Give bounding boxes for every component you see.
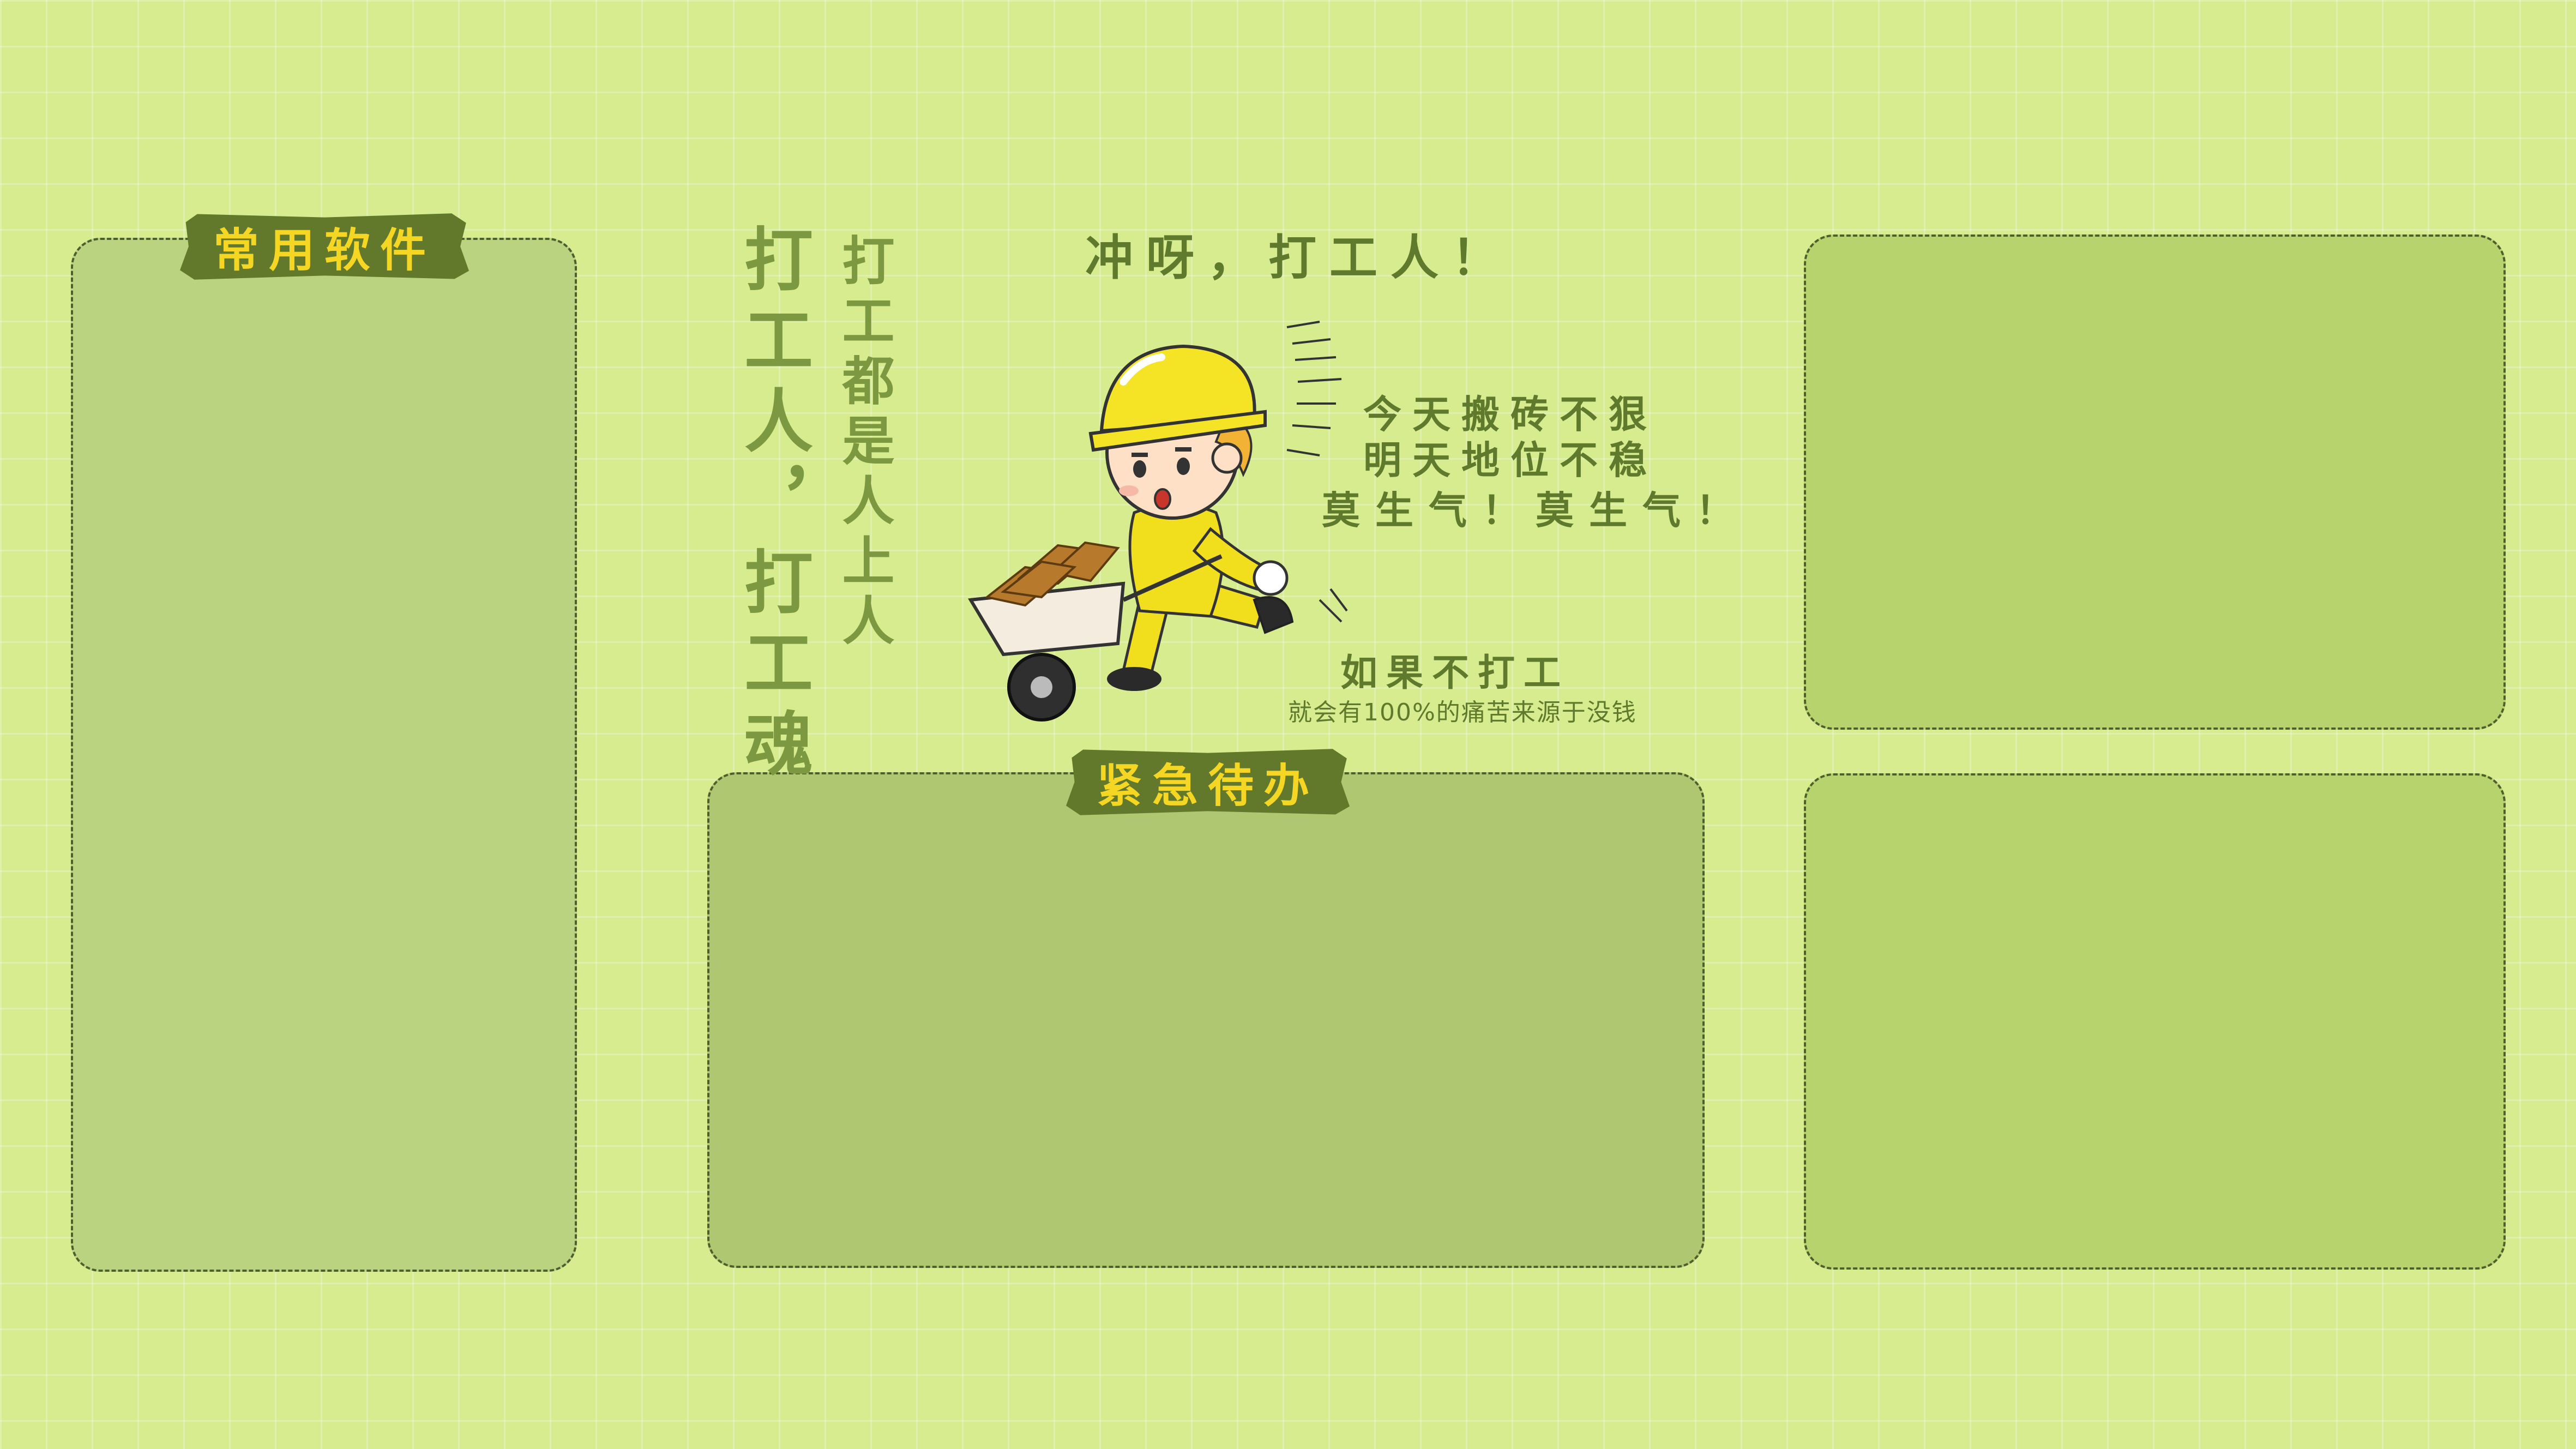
bottom-right-panel[interactable] <box>1804 773 2506 1270</box>
slogan-vertical-main: 打工人，打工魂 <box>733 224 813 789</box>
todo-panel[interactable] <box>707 772 1705 1268</box>
todo-panel-label: 紧急待办 <box>1066 749 1350 815</box>
slogan-vertical-sub: 打工都是人上人 <box>833 233 894 653</box>
apps-panel[interactable] <box>71 238 577 1272</box>
poem-line-2: 明天地位不稳 <box>1363 438 1658 483</box>
apps-panel-label: 常用软件 <box>180 213 469 280</box>
worker-wheelbarrow-illustration <box>968 321 1348 722</box>
if-not-work-text: 如果不打工 <box>1340 652 1570 695</box>
speed-lines-icon <box>1286 321 1348 623</box>
top-right-panel[interactable] <box>1804 235 2506 730</box>
poem-line-3: 莫生气！莫生气！ <box>1322 488 1749 533</box>
cheer-text: 冲呀，打工人！ <box>1085 230 1513 286</box>
